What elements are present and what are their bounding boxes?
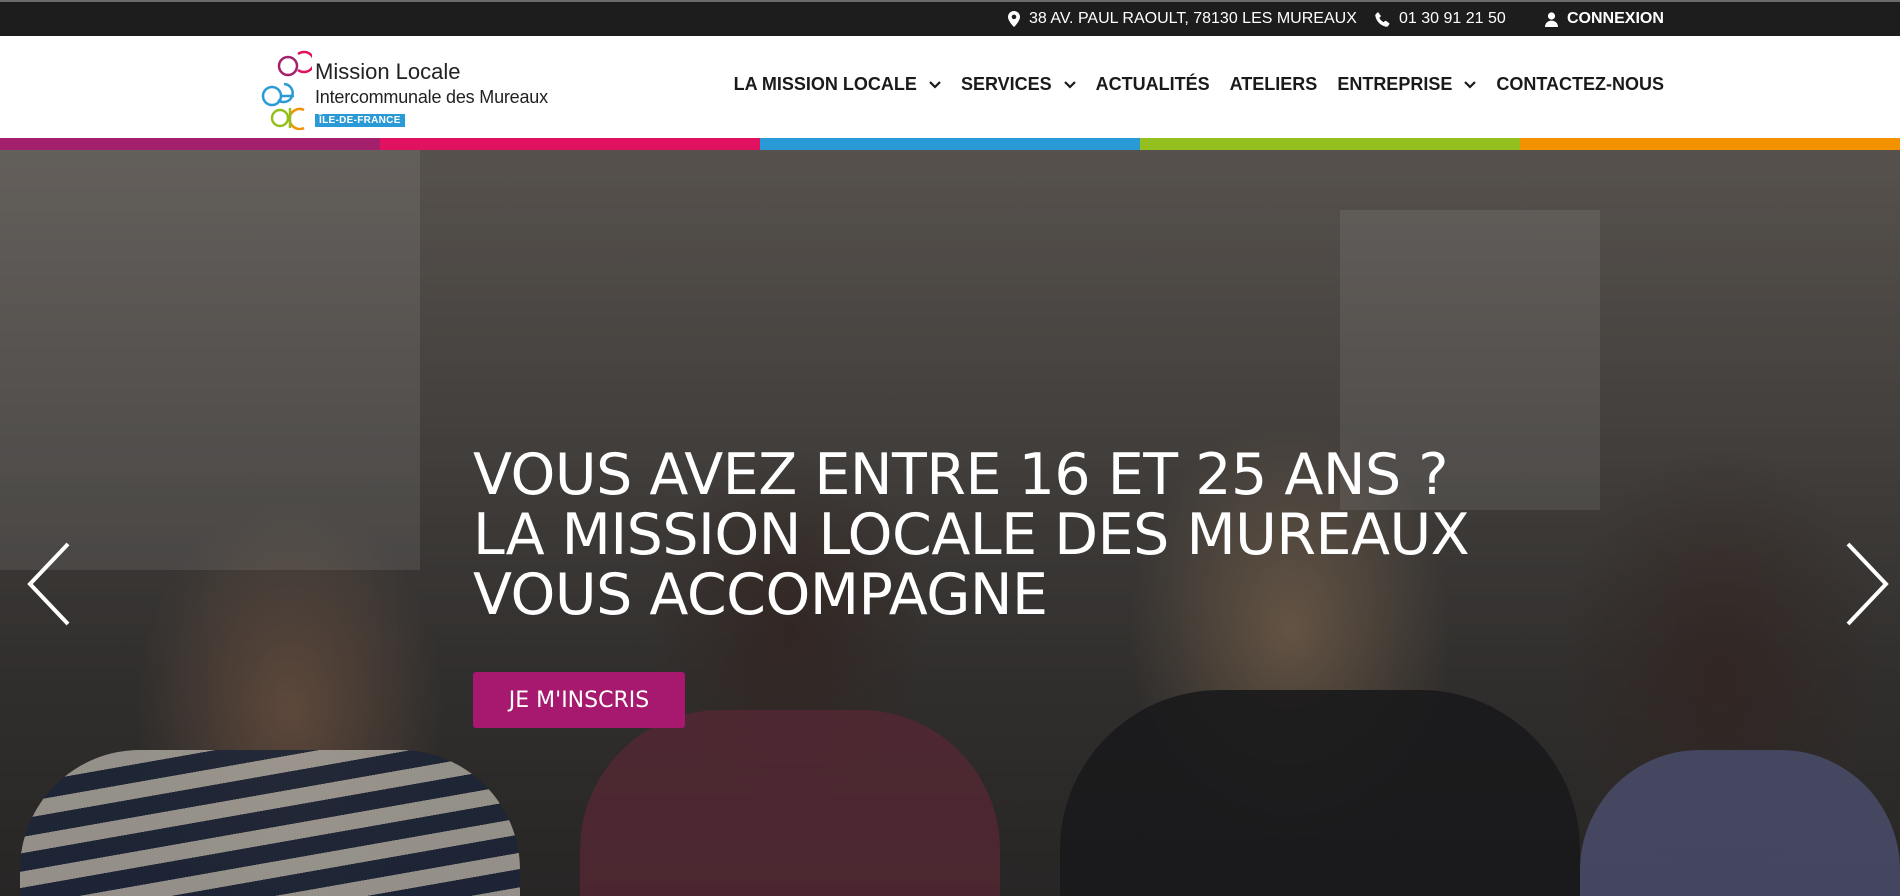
stripe-segment: [380, 138, 760, 150]
hero-heading-line: VOUS AVEZ ENTRE 16 ET 25 ANS ?: [473, 442, 1449, 508]
chevron-down-icon: [1464, 80, 1477, 89]
chevron-left-icon: [27, 542, 70, 626]
location-pin-icon: [1008, 11, 1020, 27]
stripe-segment: [1520, 138, 1900, 150]
phone-icon: [1375, 11, 1390, 27]
stripe-segment: [1140, 138, 1520, 150]
hero-heading-line: VOUS ACCOMPAGNE: [473, 562, 1048, 628]
logo-title: Mission Locale: [315, 59, 461, 84]
nav-item-label: ATELIERS: [1229, 74, 1318, 94]
nav-item-label: SERVICES: [960, 74, 1052, 94]
slider-prev-button[interactable]: [26, 542, 72, 631]
hero-heading-line: LA MISSION LOCALE DES MUREAUX: [473, 502, 1470, 568]
phone-text: 01 30 91 21 50: [1399, 10, 1506, 27]
nav-item-actualites[interactable]: ACTUALITÉS: [1096, 74, 1210, 95]
hero-heading: VOUS AVEZ ENTRE 16 ET 25 ANS ? LA MISSIO…: [473, 442, 1470, 628]
logo-badge: ÎLE-DE-FRANCE: [315, 114, 405, 127]
signup-button[interactable]: JE M'INSCRIS: [473, 672, 685, 728]
site-logo[interactable]: Mission Locale Intercommunale des Mureau…: [260, 44, 560, 130]
nav-item-contactez-nous[interactable]: CONTACTEZ-NOUS: [1496, 74, 1664, 95]
nav-item-services[interactable]: SERVICES: [961, 74, 1076, 95]
slider-next-button[interactable]: [1844, 542, 1890, 631]
topbar: 38 AV. PAUL RAOULT, 78130 LES MUREAUX 01…: [0, 0, 1900, 36]
site-header: Mission Locale Intercommunale des Mureau…: [0, 36, 1900, 138]
chevron-down-icon: [929, 80, 941, 89]
user-icon: [1545, 11, 1558, 27]
login-link[interactable]: CONNEXION: [1545, 10, 1664, 28]
stripe-segment: [0, 138, 380, 150]
stripe-segment: [760, 138, 1140, 150]
main-nav: LA MISSION LOCALE SERVICES ACTUALITÉS AT…: [714, 74, 1664, 95]
nav-item-label: ENTREPRISE: [1337, 74, 1453, 94]
login-label: CONNEXION: [1567, 10, 1664, 27]
logo-mark-icon: [261, 50, 312, 130]
chevron-right-icon: [1846, 542, 1889, 626]
logo-subtitle: Intercommunale des Mureaux: [315, 87, 548, 107]
topbar-phone[interactable]: 01 30 91 21 50: [1375, 10, 1506, 28]
hero-slider: VOUS AVEZ ENTRE 16 ET 25 ANS ? LA MISSIO…: [0, 150, 1900, 896]
nav-item-label: CONTACTEZ-NOUS: [1496, 74, 1664, 94]
nav-item-label: ACTUALITÉS: [1095, 74, 1210, 94]
chevron-down-icon: [1063, 80, 1076, 89]
color-stripe: [0, 138, 1900, 150]
address-text: 38 AV. PAUL RAOULT, 78130 LES MUREAUX: [1029, 10, 1357, 27]
topbar-address[interactable]: 38 AV. PAUL RAOULT, 78130 LES MUREAUX: [1008, 10, 1357, 28]
nav-item-ateliers[interactable]: ATELIERS: [1230, 74, 1318, 95]
nav-item-entreprise[interactable]: ENTREPRISE: [1337, 74, 1477, 95]
nav-item-la-mission-locale[interactable]: LA MISSION LOCALE: [734, 74, 941, 95]
nav-item-label: LA MISSION LOCALE: [733, 74, 917, 94]
